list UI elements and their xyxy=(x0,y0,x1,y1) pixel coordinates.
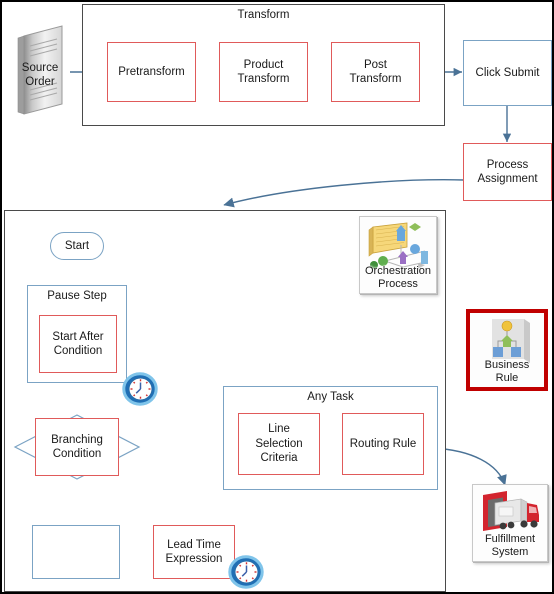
post-transform-step[interactable]: Post Transform xyxy=(331,42,420,102)
process-assignment-node[interactable]: Process Assignment xyxy=(463,143,552,201)
fulfillment-system-tile[interactable]: Fulfillment System xyxy=(472,484,548,562)
business-rule-tile[interactable]: Business Rule xyxy=(466,309,548,391)
source-order-node[interactable]: Source Order xyxy=(10,24,70,116)
click-submit-node[interactable]: Click Submit xyxy=(463,40,552,106)
routing-rule-step[interactable]: Routing Rule xyxy=(342,413,424,475)
orchestration-process-tile[interactable]: Orchestration Process xyxy=(359,216,437,294)
start-after-condition-step[interactable]: Start After Condition xyxy=(39,315,117,373)
orchestration-process-caption: Orchestration Process xyxy=(364,265,432,290)
lead-time-clock-icon xyxy=(226,552,266,592)
pause-step-title: Pause Step xyxy=(47,290,107,302)
any-task-group: Any Task Line Selection Criteria Routing… xyxy=(223,386,438,490)
branching-condition-node[interactable]: Branching Condition xyxy=(12,413,142,481)
source-order-label: Source Order xyxy=(21,62,59,88)
product-transform-step[interactable]: Product Transform xyxy=(219,42,308,102)
fulfillment-system-caption: Fulfillment System xyxy=(484,533,536,558)
diagram-canvas: Source Order Transform Pretransform Prod… xyxy=(0,0,554,594)
branching-condition-label-box[interactable]: Branching Condition xyxy=(35,418,119,476)
any-task-title: Any Task xyxy=(307,391,354,403)
empty-step-node[interactable] xyxy=(32,525,120,579)
line-selection-criteria-step[interactable]: Line Selection Criteria xyxy=(238,413,320,475)
start-node[interactable]: Start xyxy=(50,232,104,260)
pause-step-group[interactable]: Pause Step Start After Condition xyxy=(27,285,127,383)
transform-group-title: Transform xyxy=(237,9,290,21)
business-rule-caption: Business Rule xyxy=(484,359,530,384)
pretransform-step[interactable]: Pretransform xyxy=(107,42,196,102)
lead-time-expression-node[interactable]: Lead Time Expression xyxy=(153,525,235,579)
pause-step-clock-icon xyxy=(120,369,160,409)
